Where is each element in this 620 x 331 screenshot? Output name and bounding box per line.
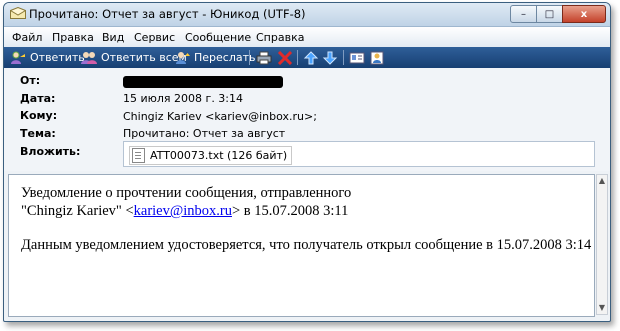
date-value: 15 июля 2008 г. 3:14 bbox=[123, 92, 244, 105]
body-line-3: Данным уведомлением удостоверяется, что … bbox=[21, 237, 592, 253]
scroll-up-icon[interactable]: ▲ bbox=[598, 177, 606, 185]
toolbar-separator bbox=[249, 50, 250, 65]
close-button[interactable]: x bbox=[562, 5, 606, 23]
sender-name: "Chingiz Kariev" < bbox=[21, 203, 134, 219]
reply-all-button[interactable]: Ответить всем bbox=[81, 49, 187, 66]
text-file-icon bbox=[132, 148, 145, 163]
forward-label: Переслать bbox=[194, 51, 256, 64]
menu-view[interactable]: Вид bbox=[102, 31, 124, 44]
previous-message-button[interactable] bbox=[303, 49, 323, 66]
menu-file[interactable]: Файл bbox=[12, 31, 42, 44]
forward-button[interactable]: Переслать bbox=[174, 49, 256, 66]
minimize-icon: – bbox=[521, 8, 526, 20]
mail-window: Прочитано: Отчет за август - Юникод (UTF… bbox=[3, 2, 611, 322]
print-button[interactable] bbox=[256, 49, 276, 66]
sender-email-link[interactable]: kariev@inbox.ru bbox=[134, 203, 232, 219]
forward-icon bbox=[176, 51, 190, 64]
vertical-scrollbar[interactable]: ▲ ▼ bbox=[596, 174, 608, 315]
minimize-button[interactable]: – bbox=[510, 5, 537, 23]
toolbar-separator bbox=[297, 50, 298, 65]
from-label: От: bbox=[20, 74, 41, 87]
body-line-2: "Chingiz Kariev" <kariev@inbox.ru> в 15.… bbox=[21, 203, 348, 220]
scroll-down-icon[interactable]: ▼ bbox=[598, 304, 606, 312]
body-line-1: Уведомление о прочтении сообщения, отпра… bbox=[21, 185, 352, 201]
reply-label: Ответить bbox=[30, 51, 85, 64]
contacts-button[interactable] bbox=[369, 49, 389, 66]
toolbar-separator bbox=[343, 50, 344, 65]
menu-help[interactable]: Справка bbox=[256, 31, 304, 44]
redacted-sender bbox=[123, 76, 283, 88]
contacts-icon bbox=[370, 51, 384, 64]
reply-icon bbox=[11, 51, 25, 64]
reply-button[interactable]: Ответить bbox=[10, 49, 85, 66]
window-title: Прочитано: Отчет за август - Юникод (UTF… bbox=[29, 7, 306, 21]
reply-all-icon bbox=[81, 51, 97, 64]
menu-edit[interactable]: Правка bbox=[52, 31, 94, 44]
window-controls: – □ x bbox=[510, 5, 606, 23]
menu-bar: Файл Правка Вид Сервис Сообщение Справка bbox=[4, 27, 610, 47]
attachment-box: ATT00073.txt (126 байт) bbox=[123, 141, 595, 167]
subject-value: Прочитано: Отчет за август bbox=[123, 127, 286, 140]
to-label: Кому: bbox=[20, 109, 58, 122]
message-header: От: Дата: 15 июля 2008 г. 3:14 Кому: Chi… bbox=[4, 68, 610, 171]
arrow-up-icon bbox=[303, 50, 319, 64]
attach-label: Вложить: bbox=[20, 145, 81, 158]
menu-message[interactable]: Сообщение bbox=[185, 31, 251, 44]
arrow-down-icon bbox=[322, 51, 338, 65]
attachment-name: ATT00073.txt (126 байт) bbox=[150, 149, 288, 162]
printer-icon bbox=[256, 51, 272, 64]
sent-date: > в 15.07.2008 3:11 bbox=[231, 203, 349, 219]
date-label: Дата: bbox=[20, 92, 56, 105]
address-book-icon bbox=[349, 52, 365, 63]
menu-tools[interactable]: Сервис bbox=[134, 31, 175, 44]
attachment-file[interactable]: ATT00073.txt (126 байт) bbox=[129, 146, 293, 165]
addresses-button[interactable] bbox=[349, 49, 369, 66]
title-bar[interactable]: Прочитано: Отчет за август - Юникод (UTF… bbox=[4, 3, 610, 27]
subject-label: Тема: bbox=[20, 127, 56, 140]
envelope-open-icon bbox=[10, 7, 26, 19]
delete-icon bbox=[277, 50, 293, 65]
close-icon: x bbox=[580, 8, 588, 20]
delete-button[interactable] bbox=[277, 49, 297, 66]
maximize-icon: □ bbox=[544, 8, 555, 20]
toolbar: Ответить Ответить всем Переслать bbox=[4, 47, 610, 68]
message-body[interactable]: Уведомление о прочтении сообщения, отпра… bbox=[8, 174, 595, 317]
next-message-button[interactable] bbox=[322, 49, 342, 66]
to-value[interactable]: Chingiz Kariev <kariev@inbox.ru>; bbox=[123, 110, 317, 123]
maximize-button[interactable]: □ bbox=[536, 5, 563, 23]
